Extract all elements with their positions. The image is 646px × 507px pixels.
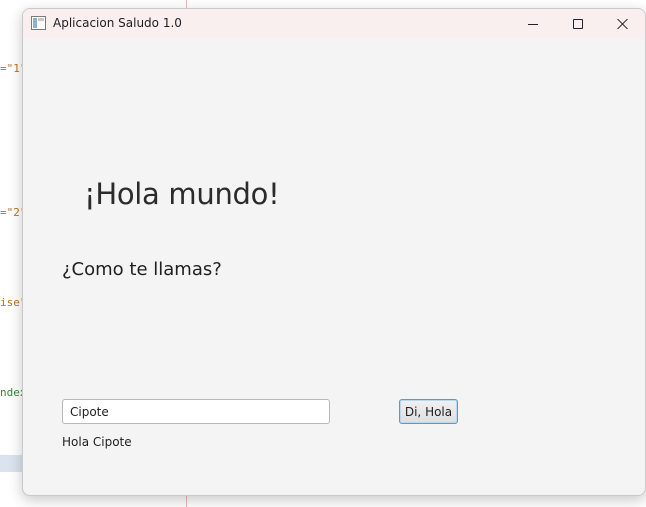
- minimize-button[interactable]: [510, 9, 556, 39]
- say-hello-button[interactable]: Di, Hola: [399, 399, 458, 424]
- greeting-heading: ¡Hola mundo!: [84, 177, 280, 211]
- editor-code-snippet: ="1": [0, 62, 22, 75]
- name-input[interactable]: [62, 399, 330, 424]
- minimize-icon: [528, 23, 538, 25]
- name-question-label: ¿Como te llamas?: [62, 259, 222, 280]
- editor-current-line-highlight: [0, 455, 22, 472]
- maximize-icon: [573, 19, 583, 29]
- editor-code-snippet: ="2": [0, 206, 22, 219]
- application-window-icon: [31, 16, 46, 30]
- greeting-result-label: Hola Cipote: [62, 435, 132, 449]
- maximize-button[interactable]: [555, 9, 601, 39]
- window-title: Aplicacion Saludo 1.0: [53, 16, 182, 30]
- editor-code-snippet: ndex: [0, 386, 22, 399]
- window-titlebar[interactable]: Aplicacion Saludo 1.0: [23, 9, 645, 39]
- close-button[interactable]: [600, 9, 645, 39]
- close-icon: [617, 18, 629, 30]
- editor-code-snippet: ise": [0, 296, 22, 309]
- application-window: Aplicacion Saludo 1.0 ¡Hola mundo! ¿Como…: [22, 8, 646, 496]
